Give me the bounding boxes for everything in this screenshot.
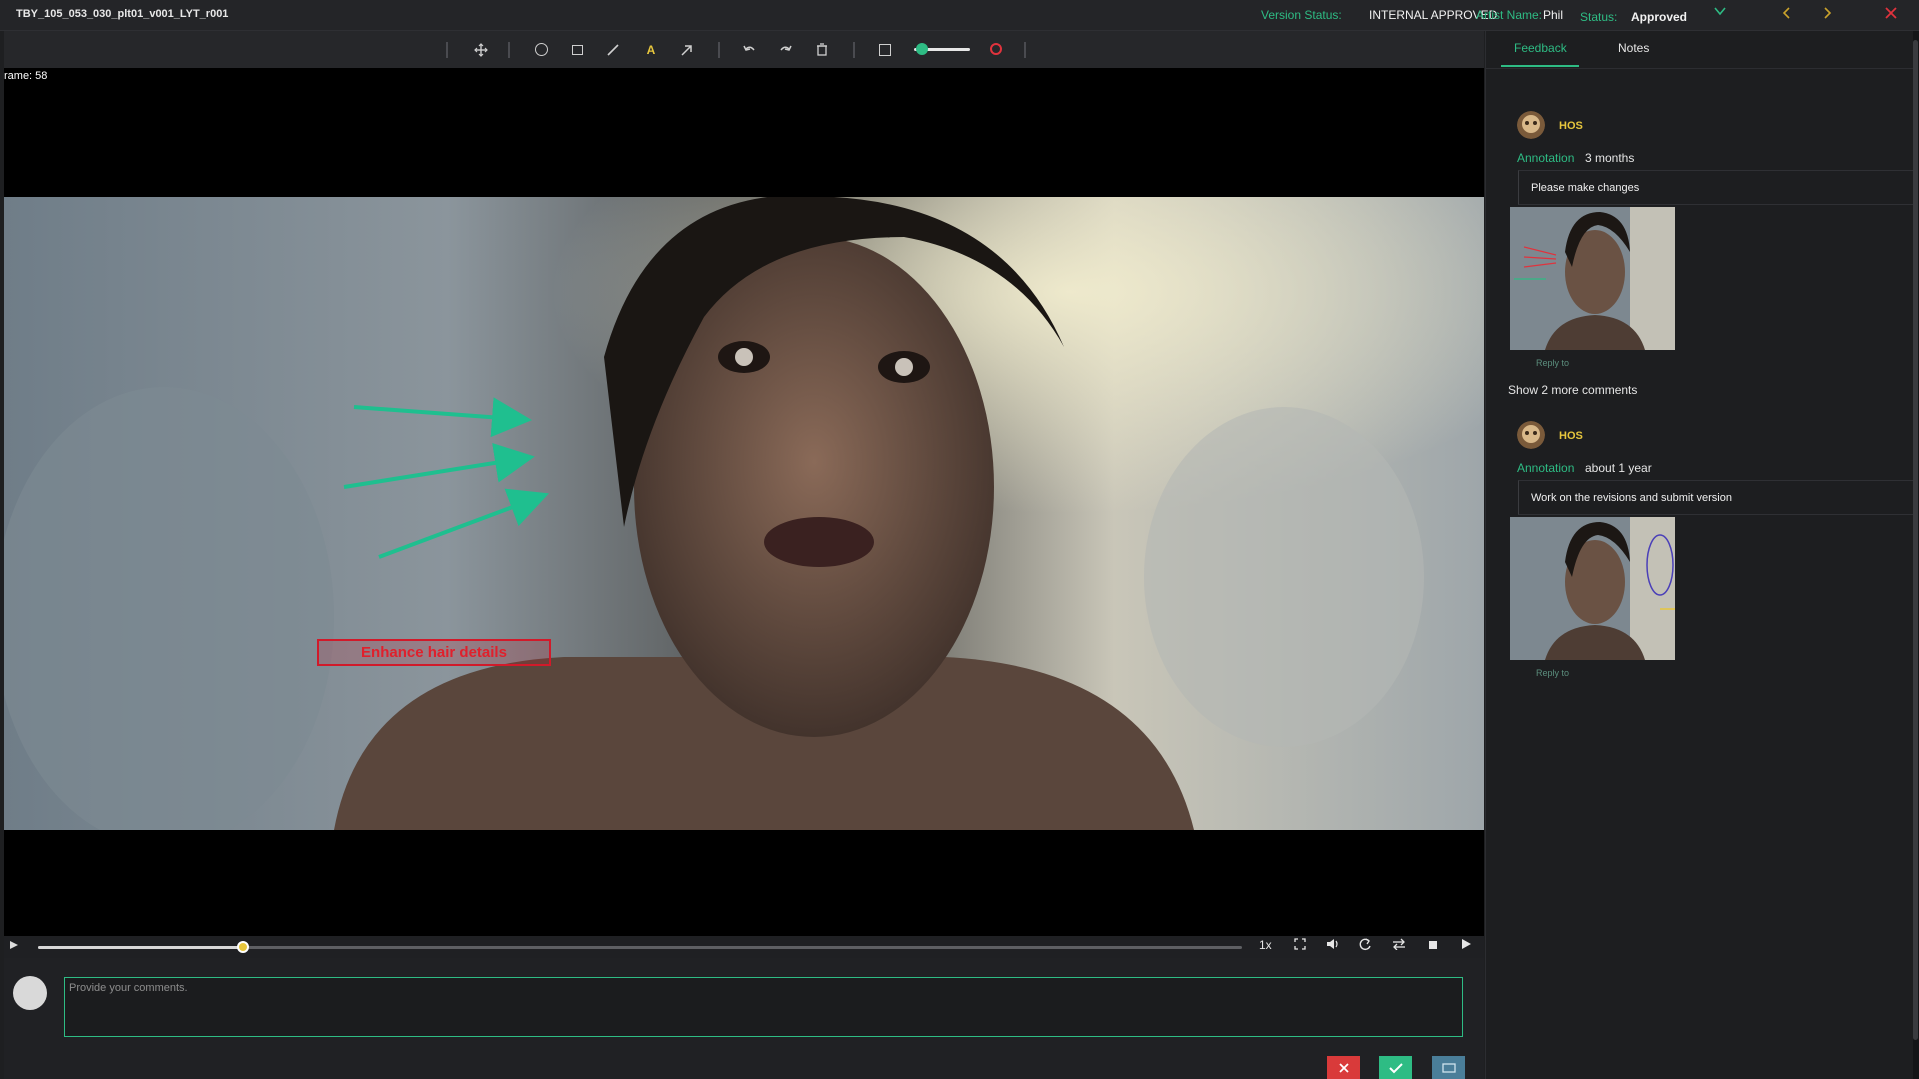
status-label: Status: xyxy=(1580,10,1618,24)
active-tab-indicator xyxy=(1501,65,1579,67)
comment-author: HOS xyxy=(1559,120,1583,132)
comment-author: HOS xyxy=(1559,430,1583,442)
timeline-scrubber[interactable] xyxy=(237,941,249,953)
toolbar-separator xyxy=(718,42,720,58)
fullscreen-icon[interactable] xyxy=(1294,938,1306,953)
playback-speed[interactable]: 1x xyxy=(1259,938,1272,952)
play-icon[interactable] xyxy=(9,940,19,953)
reply-link[interactable]: Reply to xyxy=(1536,668,1569,678)
shot-title: TBY_105_053_030_plt01_v001_LYT_r001 xyxy=(16,8,229,20)
show-more-comments[interactable]: Show 2 more comments xyxy=(1508,383,1637,397)
comment-body: Please make changes xyxy=(1518,170,1914,205)
volume-icon[interactable] xyxy=(1326,938,1340,953)
stop-icon[interactable] xyxy=(1428,938,1438,953)
avatar xyxy=(1517,111,1545,139)
frame-counter: rame: 58 xyxy=(4,70,48,82)
toolbar-separator xyxy=(508,42,510,58)
pen-icon[interactable] xyxy=(598,31,628,68)
comment-time: about 1 year xyxy=(1585,461,1652,475)
swap-icon[interactable] xyxy=(1392,938,1406,953)
status-value[interactable]: Approved xyxy=(1631,10,1687,24)
feedback-panel: Feedback Notes HOS Annotation 3 months P… xyxy=(1485,31,1914,1079)
video-viewer[interactable]: rame: 58 Enhance hair details xyxy=(4,68,1484,936)
undo-icon[interactable] xyxy=(734,31,764,68)
comment-annotation-thumbnail[interactable] xyxy=(1510,517,1675,660)
comment-annotation-thumbnail[interactable] xyxy=(1510,207,1675,350)
avatar xyxy=(1517,421,1545,449)
color-picker[interactable] xyxy=(990,43,1002,55)
arrow-icon[interactable] xyxy=(672,31,702,68)
move-icon[interactable] xyxy=(466,31,496,68)
playback-bar: 1x xyxy=(4,936,1484,958)
chevron-down-icon[interactable] xyxy=(1713,4,1727,23)
artist-name-value: Phil xyxy=(1543,8,1564,22)
box-icon[interactable] xyxy=(870,31,900,68)
brush-size-slider-handle[interactable] xyxy=(916,43,928,55)
video-frame xyxy=(4,197,1484,830)
reply-link[interactable]: Reply to xyxy=(1536,358,1569,368)
toolbar-separator xyxy=(853,42,855,58)
comment-time: 3 months xyxy=(1585,151,1635,165)
timeline-progress xyxy=(38,946,243,949)
panel-scrollbar-thumb[interactable] xyxy=(1913,40,1918,1040)
comment-composer xyxy=(4,958,1484,1079)
comment-body: Work on the revisions and submit version xyxy=(1518,480,1914,515)
redo-icon[interactable] xyxy=(771,31,801,68)
text-icon[interactable]: A xyxy=(636,31,666,68)
annotation-toolbar: A xyxy=(4,31,1484,68)
toolbar-separator xyxy=(446,42,448,58)
chevron-right-icon[interactable] xyxy=(1820,4,1834,25)
chevron-left-icon[interactable] xyxy=(1780,4,1794,25)
annotation-text-label[interactable]: Enhance hair details xyxy=(317,639,551,666)
toolbar-separator xyxy=(1024,42,1026,58)
loop-icon[interactable] xyxy=(1359,938,1372,954)
trash-icon[interactable] xyxy=(807,31,837,68)
tab-feedback[interactable]: Feedback xyxy=(1514,41,1567,55)
avatar xyxy=(13,976,47,1010)
comment-type: Annotation xyxy=(1517,151,1575,165)
comment-type: Annotation xyxy=(1517,461,1575,475)
top-bar: TBY_105_053_030_plt01_v001_LYT_r001 Vers… xyxy=(0,0,1919,31)
comment-input[interactable] xyxy=(64,977,1463,1037)
cancel-button[interactable] xyxy=(1327,1056,1360,1079)
rectangle-icon[interactable] xyxy=(562,31,592,68)
play-icon[interactable] xyxy=(1461,938,1472,953)
version-status-label: Version Status: xyxy=(1261,8,1342,22)
submit-button[interactable] xyxy=(1379,1056,1412,1079)
circle-icon[interactable] xyxy=(526,31,556,68)
panel-tabs: Feedback Notes xyxy=(1486,31,1914,69)
artist-name-label: Artist Name: xyxy=(1476,8,1543,22)
close-icon[interactable] xyxy=(1884,4,1898,25)
tab-notes[interactable]: Notes xyxy=(1618,41,1649,55)
attach-screenshot-button[interactable] xyxy=(1432,1056,1465,1079)
